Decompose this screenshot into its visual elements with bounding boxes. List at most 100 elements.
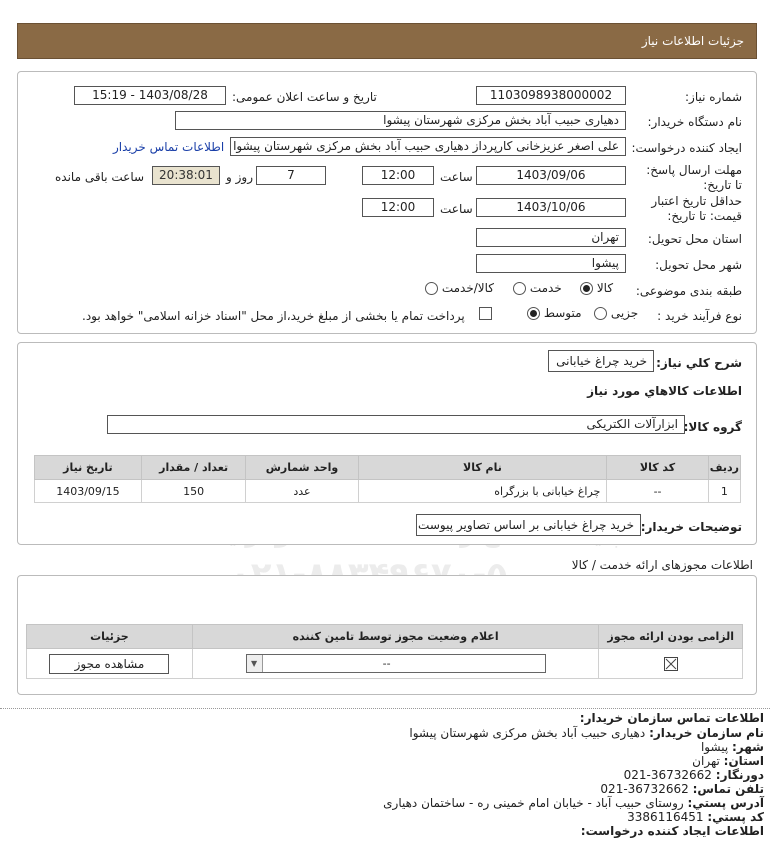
contact-address-label: آدرس پستي: [687,796,764,810]
table-row: -- ▼ مشاهده مجوز [26,648,743,679]
contact-postal-value: 3386116451 [627,810,704,824]
table-row: 1 -- چراغ خیابانی با بزرگراه عدد 150 140… [34,479,742,503]
category-option-both[interactable]: کالا/خدمت [425,281,494,295]
th-qty: تعداد / مقدار [140,455,247,480]
contact-phone-label: تلفن تماس: [692,782,764,796]
contact-postal-label: کد پستي: [707,810,764,824]
category-service-label: خدمت [529,281,562,295]
process-minor-label: جزیی [610,306,639,320]
goods-info-title: اطلاعات کالاهاي مورد نياز [587,384,742,398]
row-unit: عدد [245,479,359,503]
buyer-org-field[interactable]: دهیاری حبیب آباد بخش مرکزی شهرستان پیشوا [175,111,626,130]
contact-fax-value: 021-36732662 [623,768,712,782]
view-permit-button[interactable]: مشاهده مجوز [49,653,170,674]
process-medium-label: متوسط [543,306,582,320]
contact-org-label: نام سازمان خريدار: [649,726,764,740]
treasury-payment-note: پرداخت تمام یا بخشی از مبلغ خرید،از محل … [82,309,465,323]
contact-phone-value: 021-36732662 [600,782,689,796]
process-option-minor[interactable]: جزیی [594,306,638,320]
chevron-down-icon: ▼ [246,655,263,672]
goods-group-field: ابزارآلات الکتریکی [107,415,685,434]
contact-org-value: دهیاری حبیب آباد بخش مرکزی شهرستان پیشوا [409,726,646,740]
category-both-label: کالا/خدمت [441,281,495,295]
contact-address-line: آدرس پستي: روستای حبیب آباد - خیابان اما… [383,796,764,810]
announce-label: تاریخ و ساعت اعلان عمومی: [232,90,377,104]
th-permit-status: اعلام وضعیت مجوز توسط تامین کننده [191,624,600,649]
row-index: 1 [707,479,742,503]
goods-summary-panel [17,342,757,545]
treasury-payment-checkbox[interactable] [479,307,492,320]
contact-address-value: روستای حبیب آباد - خیابان امام خمینی ره … [383,796,684,810]
validity-time-label: ساعت [440,202,473,216]
contact-org-line: نام سازمان خريدار: دهیاری حبیب آباد بخش … [409,726,764,740]
contact-fax-label: دورنگار: [715,768,764,782]
announce-field[interactable]: 1403/08/28 - 15:19 [74,86,226,105]
process-option-medium[interactable]: متوسط [527,306,582,320]
th-permit-details: جزئیات [26,624,193,649]
creator-field[interactable]: علی اصغر عزیزخانی کارپرداز دهیاری حبیب آ… [230,137,626,156]
days-label: روز و [226,170,253,184]
row-name: چراغ خیابانی با بزرگراه [357,479,608,503]
category-goods-label: کالا [596,281,614,295]
remaining-label: ساعت باقی مانده [55,170,145,184]
permit-required-checkbox[interactable] [663,656,678,671]
buyer-org-label: نام دستگاه خریدار: [647,115,743,129]
goods-table-header: رديف کد کالا نام کالا واحد شمارش تعداد /… [34,455,742,480]
category-goods-radio[interactable] [580,282,593,295]
row-qty: 150 [140,479,247,503]
page-title: جزئیات اطلاعات نیاز [641,34,744,48]
buyer-notes-field: خرید چراغ خیابانی بر اساس تصاویر پیوست [416,514,641,536]
city-field[interactable]: پیشوا [476,254,626,273]
category-label: طبقه بندی موضوعی: [635,284,742,298]
general-desc-label: شرح کلي نياز: [656,356,742,370]
category-service-radio[interactable] [513,282,526,295]
validity-date-field[interactable]: 1403/10/06 [476,198,626,217]
reply-date-field[interactable]: 1403/09/06 [476,166,626,185]
category-option-goods[interactable]: کالا [580,281,613,295]
need-number-label: شماره نیاز: [685,90,742,104]
permit-status-value: -- [382,657,391,670]
contact-fax-line: دورنگار: 021-36732662 [624,768,764,782]
process-label: نوع فرآیند خرید : [657,309,742,323]
reply-time-field[interactable]: 12:00 [362,166,434,185]
need-number-field[interactable]: 1103098938000002 [476,86,626,105]
permits-table-header: الزامی بودن ارائه مجوز اعلام وضعیت مجوز … [26,624,743,649]
days-field[interactable]: 7 [256,166,326,185]
goods-table: رديف کد کالا نام کالا واحد شمارش تعداد /… [34,455,742,503]
creator-label: ایجاد کننده درخواست: [631,141,742,155]
permit-status-cell: -- ▼ [191,648,600,679]
reply-time-label: ساعت [440,170,473,184]
process-medium-radio[interactable] [527,307,540,320]
th-date: تاريخ نياز [34,455,142,480]
contact-city-label: شهر: [732,740,764,754]
validity-label: حداقل تاریخ اعتبار قیمت: تا تاریخ: [651,194,742,223]
category-both-radio[interactable] [425,282,438,295]
city-label: شهر محل تحویل: [655,258,742,272]
th-unit: واحد شمارش [245,455,359,480]
province-label: استان محل تحویل: [647,232,742,246]
contact-city-value: پیشوا [700,740,729,754]
province-field[interactable]: تهران [476,228,626,247]
th-permit-required: الزامی بودن ارائه مجوز [598,624,743,649]
goods-group-label: گروه کالا: [683,420,742,434]
contact-province-label: استان: [723,754,764,768]
permit-details-cell: مشاهده مجوز [26,648,193,679]
th-code: کد کالا [606,455,709,480]
row-code: -- [606,479,709,503]
th-row: رديف [707,455,742,480]
contact-postal-line: کد پستي: 3386116451 [627,810,764,824]
general-desc-field: خرید چراغ خیابانی [548,350,654,372]
contact-province-line: استان: تهران [692,754,764,768]
permit-required-cell [598,648,743,679]
category-option-service[interactable]: خدمت [513,281,562,295]
contact-city-line: شهر: پیشوا [701,740,764,754]
reply-deadline-label: مهلت ارسال پاسخ: تا تاریخ: [646,163,742,192]
buyer-contact-link[interactable]: اطلاعات تماس خریدار [113,140,224,154]
process-minor-radio[interactable] [594,307,607,320]
validity-time-field[interactable]: 12:00 [362,198,434,217]
permits-table: الزامی بودن ارائه مجوز اعلام وضعیت مجوز … [26,624,743,679]
contact-province-value: تهران [692,754,720,768]
permits-title: اطلاعات مجوزهای ارائه خدمت / کالا [571,558,753,572]
buyer-notes-label: توضيحات خريدار: [640,520,742,534]
permit-status-select[interactable]: -- ▼ [245,654,546,673]
